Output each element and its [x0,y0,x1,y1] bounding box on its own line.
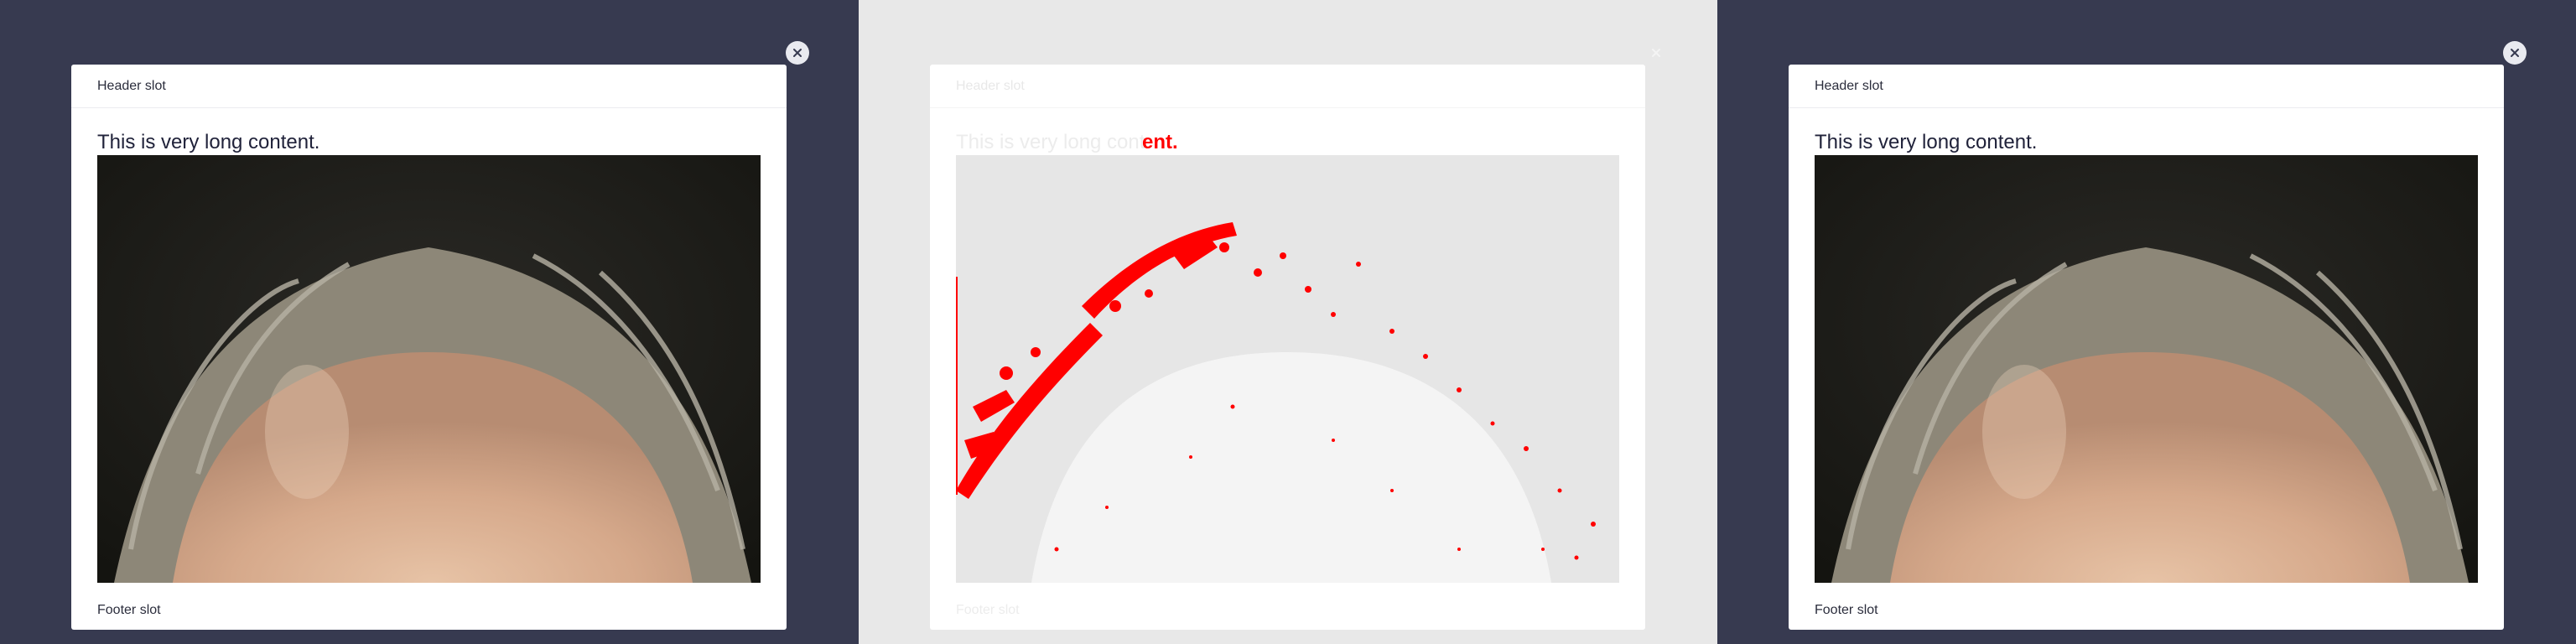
content-unchanged-text: This is very long cont [956,131,1145,153]
footer-slot-text: Footer slot [1815,603,1878,617]
content-diff-text: ent. [1142,131,1178,153]
modal-dialog: Header slot This is very long content. F… [71,65,787,630]
modal-dialog-diff: Header slot This is very long content. [930,65,1645,630]
diff-panel: Header slot This is very long content. [859,0,1717,644]
close-button[interactable] [1644,41,1668,65]
modal-body: This is very long content. [930,130,1645,583]
content-text: This is very long content. [97,131,320,153]
header-slot-text: Header slot [956,78,1025,93]
modal-dialog: Header slot This is very long content. F… [1789,65,2504,630]
header-slot-text: Header slot [1815,78,1883,93]
reference-panel: Header slot This is very long content. F… [0,0,859,644]
footer-slot-text: Footer slot [97,603,161,617]
close-button[interactable] [786,41,809,65]
content-text: This is very long content. [1815,131,2038,153]
modal-header: Header slot [1789,65,2504,108]
close-icon [2511,49,2519,57]
close-icon [793,49,802,57]
modal-header: Header slot [930,65,1645,108]
footer-slot-text: Footer slot [956,603,1020,617]
close-icon [1652,49,1660,57]
modal-header: Header slot [71,65,787,108]
actual-panel: Header slot This is very long content. F… [1717,0,2576,644]
bald-head-photo [1815,155,2478,583]
modal-body: This is very long content. [71,130,787,583]
close-button[interactable] [2503,41,2527,65]
modal-body: This is very long content. [1789,130,2504,583]
diff-edge-marker [956,277,958,495]
bald-head-photo [97,155,761,583]
content-text: This is very long content. [956,130,1619,159]
diff-image [956,155,1619,583]
header-slot-text: Header slot [97,78,166,93]
